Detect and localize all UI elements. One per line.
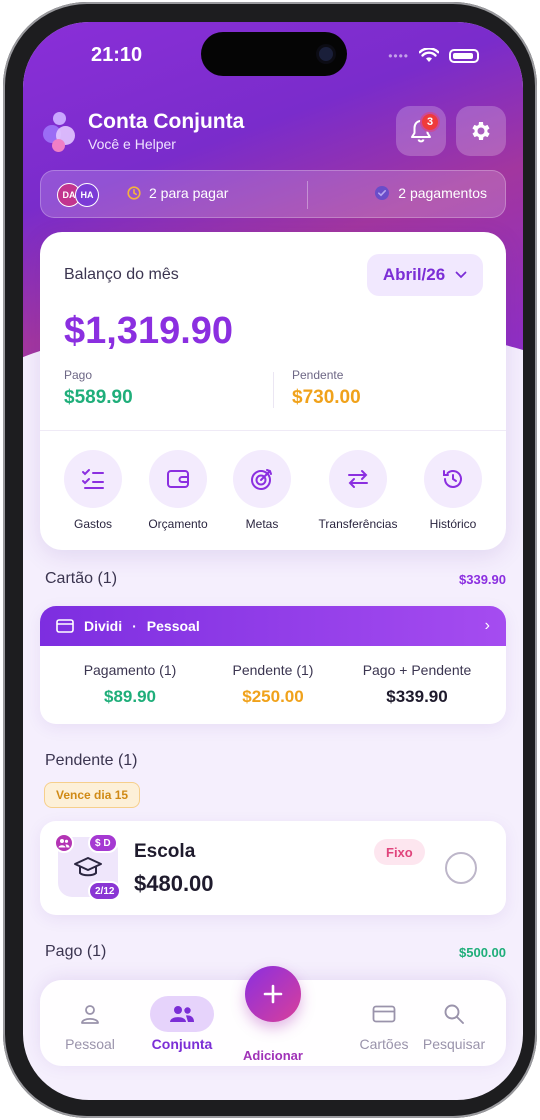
checklist-icon xyxy=(82,469,104,489)
card-separator: · xyxy=(132,618,137,634)
avatar: HA xyxy=(75,183,99,207)
to-pay-text: 2 para pagar xyxy=(149,185,229,201)
check-circle-icon xyxy=(375,186,390,200)
divider xyxy=(273,372,274,408)
pending-value: $730.00 xyxy=(292,387,361,408)
battery-icon xyxy=(449,48,479,63)
divider xyxy=(307,181,308,209)
paid-section-title: Pago (1) xyxy=(45,943,107,960)
balance-label: Balanço do mês xyxy=(64,266,179,283)
tab-pesquisar[interactable]: Pesquisar xyxy=(414,996,494,1052)
payments-info: 2 pagamentos xyxy=(374,185,487,201)
paid-value: $589.90 xyxy=(64,387,133,408)
app-logo-icon xyxy=(43,112,75,152)
notifications-button[interactable]: 3 xyxy=(396,106,446,156)
payer-badge: $ D xyxy=(88,833,118,853)
card-pending-column: Pendente (1) $250.00 xyxy=(198,662,348,707)
add-button[interactable] xyxy=(245,966,301,1022)
balance-card: Balanço do mês Abril/26 $1,319.90 Pago $… xyxy=(40,232,506,550)
group-icon xyxy=(54,833,74,853)
divider xyxy=(40,430,506,431)
credit-card-icon xyxy=(372,1005,396,1023)
expense-icon-tile: $ D 2/12 xyxy=(54,833,122,901)
pending-label: Pendente xyxy=(292,368,344,382)
page-title: Conta Conjunta xyxy=(88,110,245,133)
action-label: Histórico xyxy=(429,517,477,531)
gear-icon xyxy=(472,122,490,140)
payments-text: 2 pagamentos xyxy=(398,185,487,201)
transfer-arrows-icon xyxy=(348,470,368,488)
group-icon xyxy=(170,1006,194,1022)
to-pay-info: 2 para pagar xyxy=(127,185,228,201)
expense-name: Escola xyxy=(134,841,196,862)
credit-card-icon xyxy=(56,619,74,633)
credit-card-header[interactable]: Dividi · Pessoal › xyxy=(40,606,506,646)
tab-label: Cartões xyxy=(359,1036,409,1052)
header: Conta Conjunta Você e Helper 3 xyxy=(43,106,506,162)
person-icon xyxy=(81,1005,99,1024)
tab-pessoal[interactable]: Pessoal xyxy=(50,996,130,1052)
card-total-label: Pago + Pendente xyxy=(362,662,472,678)
tab-label: Pessoal xyxy=(65,1036,115,1052)
tab-cartoes[interactable]: Cartões xyxy=(344,996,424,1052)
plus-icon xyxy=(263,984,283,1004)
search-icon xyxy=(444,1004,464,1024)
expense-item[interactable]: $ D 2/12 Escola $480.00 Fixo xyxy=(40,821,506,915)
credit-card-summary[interactable]: Dividi · Pessoal › Pagamento (1) $89.90 … xyxy=(40,606,506,724)
page-subtitle: Você e Helper xyxy=(88,136,176,152)
member-avatars: DA HA xyxy=(57,183,99,207)
mark-paid-checkbox[interactable] xyxy=(445,852,477,884)
target-icon xyxy=(251,469,272,490)
month-label: Abril/26 xyxy=(382,265,446,284)
action-label: Transferências xyxy=(318,517,398,531)
month-selector[interactable]: Abril/26 xyxy=(367,254,483,296)
chevron-right-icon: › xyxy=(484,617,490,634)
card-payment-column: Pagamento (1) $89.90 xyxy=(55,662,205,707)
card-payment-label: Pagamento (1) xyxy=(83,662,177,678)
pending-section-title: Pendente (1) xyxy=(45,752,138,769)
status-icons: •••• xyxy=(388,48,479,63)
phone-frame: 21:10 •••• Conta Conjunta Você e Helper … xyxy=(3,2,537,1118)
settings-button[interactable] xyxy=(456,106,506,156)
action-metas[interactable]: Metas xyxy=(212,450,312,531)
history-icon xyxy=(443,470,462,488)
card-total-value: $339.90 xyxy=(386,687,448,706)
paid-section-amount: $500.00 xyxy=(459,945,506,960)
expense-amount: $480.00 xyxy=(134,871,214,896)
summary-pill[interactable]: DA HA 2 para pagar 2 pagamentos xyxy=(40,170,506,218)
tab-bar: Pessoal Conjunta Adicionar Cartões Pesqu… xyxy=(40,966,506,1066)
add-label: Adicionar xyxy=(243,1048,303,1063)
status-time: 21:10 xyxy=(91,44,143,66)
card-type: Pessoal xyxy=(146,618,200,634)
card-section-title: Cartão (1) xyxy=(45,570,118,587)
installment-badge: 2/12 xyxy=(88,881,122,901)
card-pending-label: Pendente (1) xyxy=(232,662,314,678)
action-historico[interactable]: Histórico xyxy=(403,450,503,531)
wallet-icon xyxy=(167,470,189,488)
signal-icon: •••• xyxy=(388,48,409,63)
notification-badge: 3 xyxy=(420,112,440,132)
card-section-amount: $339.90 xyxy=(459,572,506,587)
paid-label: Pago xyxy=(64,368,93,382)
card-name: Dividi xyxy=(84,618,123,634)
tab-label: Pesquisar xyxy=(422,1036,486,1052)
tab-label: Conjunta xyxy=(151,1036,213,1052)
clock-icon xyxy=(127,186,141,200)
dynamic-island xyxy=(201,32,347,76)
card-pending-value: $250.00 xyxy=(242,687,304,706)
fixed-tag: Fixo xyxy=(374,839,425,865)
action-label: Metas xyxy=(245,517,279,531)
wifi-icon xyxy=(419,48,439,62)
app-screen: 21:10 •••• Conta Conjunta Você e Helper … xyxy=(23,22,523,1100)
balance-total: $1,319.90 xyxy=(64,310,234,352)
graduation-cap-icon xyxy=(74,857,102,877)
chevron-down-icon xyxy=(455,271,467,279)
card-payment-value: $89.90 xyxy=(104,687,156,706)
camera-icon xyxy=(319,47,333,61)
card-total-column: Pago + Pendente $339.90 xyxy=(342,662,492,707)
due-date-chip: Vence dia 15 xyxy=(44,782,141,808)
tab-conjunta[interactable]: Conjunta xyxy=(142,996,222,1052)
action-transferencias[interactable]: Transferências xyxy=(308,450,408,531)
